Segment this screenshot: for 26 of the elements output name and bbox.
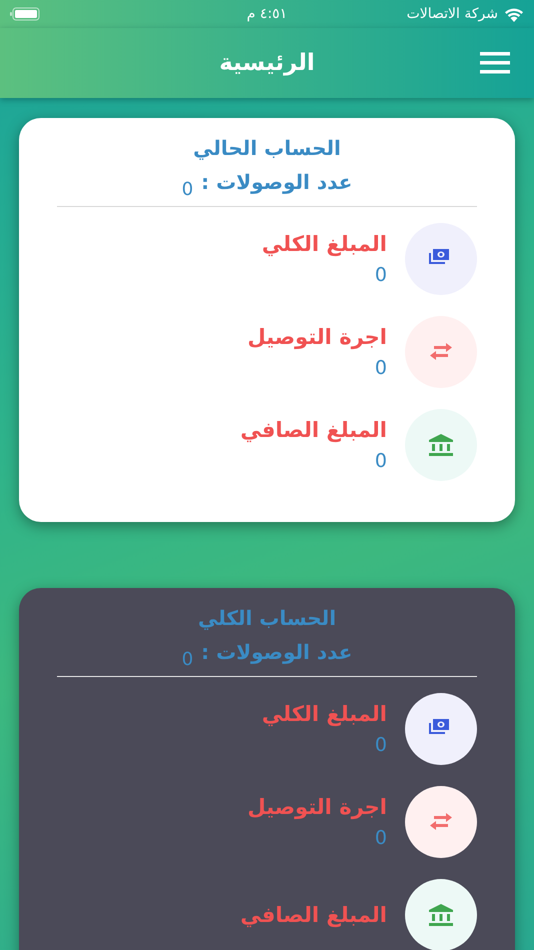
- amount-label: المبلغ الكلي: [262, 702, 387, 726]
- amount-label: المبلغ الكلي: [262, 232, 387, 256]
- wifi-icon: [504, 6, 524, 22]
- amount-value: 0: [374, 264, 387, 286]
- amount-label: المبلغ الصافي: [240, 903, 387, 927]
- card-title: الحساب الحالي: [193, 136, 341, 160]
- battery-icon: [10, 7, 40, 21]
- status-time: ٤:٥١ م: [246, 6, 288, 22]
- page-title: الرئيسية: [219, 50, 315, 76]
- amount-value: 0: [374, 734, 387, 756]
- bank-icon: [426, 432, 456, 458]
- amount-value: 0: [374, 357, 387, 379]
- amount-label: المبلغ الصافي: [240, 418, 387, 442]
- menu-button[interactable]: [478, 50, 512, 76]
- amount-label: اجرة التوصيل: [247, 325, 387, 349]
- menu-icon: [480, 52, 510, 74]
- count-label: عدد الوصولات :: [201, 170, 352, 194]
- amount-value: 0: [374, 827, 387, 849]
- count-label: عدد الوصولات :: [201, 640, 352, 664]
- amount-value: 0: [374, 450, 387, 472]
- count-value: 0: [182, 649, 194, 670]
- card-title: الحساب الكلي: [198, 606, 336, 630]
- amount-label: اجرة التوصيل: [247, 795, 387, 819]
- carrier-name: شركة الاتصالات: [406, 6, 498, 22]
- bank-icon: [426, 902, 456, 928]
- count-value: 0: [182, 179, 194, 200]
